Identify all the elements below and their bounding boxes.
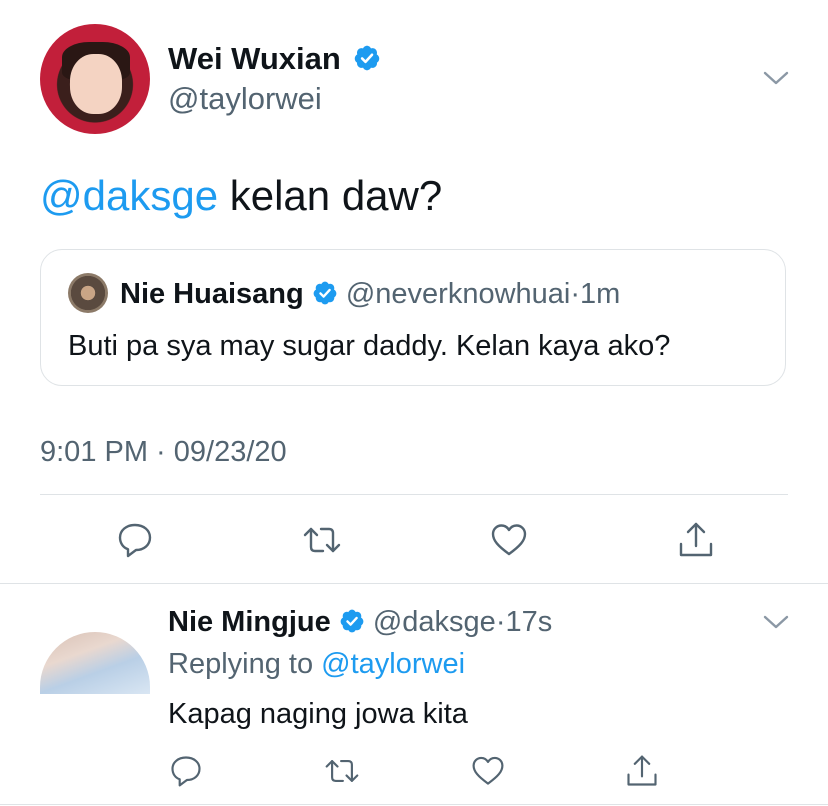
reply-text: Kapag naging jowa kita <box>168 698 468 730</box>
quoted-tweet-card[interactable] <box>40 249 786 386</box>
reply-time[interactable]: 17s <box>505 606 552 638</box>
replying-to: Replying to @taylorwei <box>168 646 465 682</box>
author-handle[interactable]: @taylorwei <box>168 80 322 118</box>
tweet-text: @daksge kelan daw? <box>40 170 442 222</box>
reply-action-bar <box>0 750 828 790</box>
avatar-face <box>70 54 122 114</box>
quoted-text: Buti pa sya may sugar daddy. Kelan kaya … <box>68 330 671 362</box>
author-name[interactable]: Wei Wuxian <box>168 41 341 76</box>
share-icon[interactable] <box>624 753 660 789</box>
quoted-author-handle: @neverknowhuai <box>345 278 571 310</box>
retweet-icon[interactable] <box>302 520 342 560</box>
reply-header: Nie Mingjue @daksge·17s <box>168 604 552 640</box>
tweet-timestamp[interactable]: 9:01 PM · 09/23/20 <box>40 434 287 470</box>
share-icon[interactable] <box>676 520 716 560</box>
reply-author-name[interactable]: Nie Mingjue <box>168 606 331 638</box>
retweet-icon[interactable] <box>324 753 360 789</box>
chevron-down-icon[interactable] <box>762 612 790 632</box>
quoted-author-name: Nie Huaisang <box>120 278 304 310</box>
chevron-down-icon[interactable] <box>762 68 790 88</box>
replying-prefix: Replying to <box>168 648 322 680</box>
main-action-bar <box>0 518 828 562</box>
divider <box>40 494 788 495</box>
time-separator: · <box>570 278 581 310</box>
like-icon[interactable] <box>489 520 529 560</box>
author-avatar[interactable] <box>40 24 150 134</box>
reply-icon[interactable] <box>115 520 155 560</box>
quoted-time: 1m <box>580 278 621 310</box>
reply-icon[interactable] <box>168 753 204 789</box>
tweet-body: kelan daw? <box>218 172 443 219</box>
quoted-author-avatar <box>68 273 108 313</box>
divider <box>0 583 828 584</box>
replying-to-link[interactable]: @taylorwei <box>321 648 465 680</box>
mention-link[interactable]: @daksge <box>40 172 218 219</box>
verified-badge-icon <box>340 609 364 633</box>
author-name-row[interactable]: Wei Wuxian <box>168 40 381 78</box>
reply-author-handle[interactable]: @daksge <box>373 606 496 638</box>
reply-author-avatar[interactable] <box>40 632 150 694</box>
verified-badge-icon <box>313 281 337 305</box>
like-icon[interactable] <box>470 753 506 789</box>
verified-badge-icon <box>355 45 380 71</box>
divider <box>0 804 828 805</box>
quoted-header: Nie Huaisang @neverknowhuai·1m <box>120 276 620 312</box>
